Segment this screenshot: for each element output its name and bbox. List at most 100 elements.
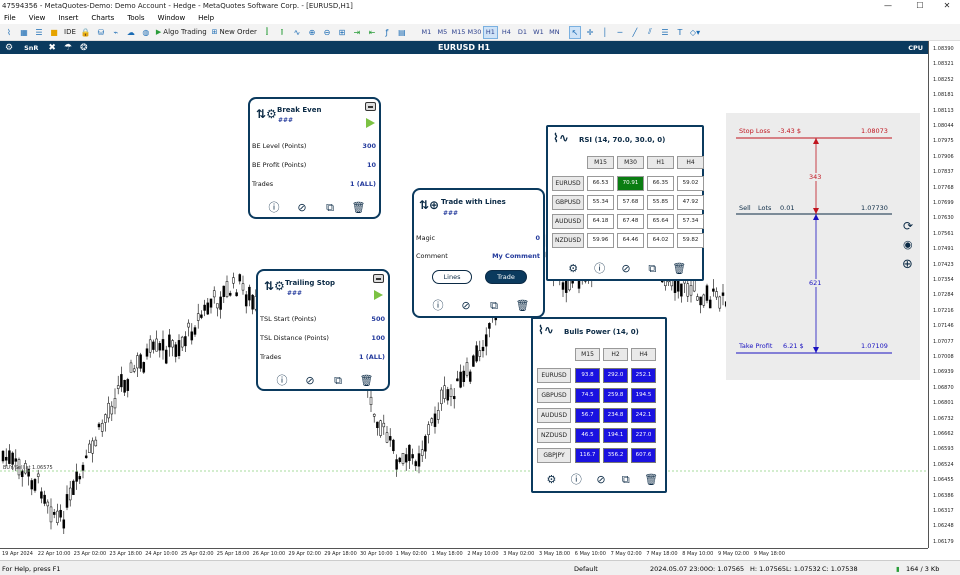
- copy-icon[interactable]: ⧉: [646, 262, 659, 275]
- chart-shift-icon[interactable]: ⇤: [366, 26, 378, 39]
- line-chart-icon[interactable]: ∿: [291, 26, 303, 39]
- trades-value[interactable]: 1 (ALL): [359, 353, 385, 361]
- trendline-icon[interactable]: ╱: [629, 26, 641, 39]
- menu-help[interactable]: Help: [198, 14, 214, 22]
- menu-view[interactable]: View: [29, 14, 46, 22]
- bar-chart-icon[interactable]: ⫿: [261, 26, 273, 39]
- info-icon[interactable]: ⓘ: [593, 262, 606, 275]
- add-icon[interactable]: ⊕: [902, 257, 913, 272]
- trash-icon[interactable]: 🗑: [360, 374, 374, 387]
- lock-icon[interactable]: 🔒: [80, 26, 92, 39]
- zoom-in-icon[interactable]: ⊕: [306, 26, 318, 39]
- autoscroll-icon[interactable]: ⇥: [351, 26, 363, 39]
- community-icon[interactable]: ◍: [140, 26, 152, 39]
- info-icon[interactable]: ⓘ: [268, 201, 281, 214]
- zoom-out-icon[interactable]: ⊖: [321, 26, 333, 39]
- tf-m30[interactable]: M30: [467, 26, 482, 39]
- indicators-icon[interactable]: ƒ: [381, 26, 393, 39]
- lines-button[interactable]: Lines: [432, 270, 472, 284]
- close-button[interactable]: ✕: [932, 0, 960, 12]
- tools-icon[interactable]: ✖: [48, 43, 56, 53]
- text-icon[interactable]: T: [674, 26, 686, 39]
- channel-icon[interactable]: ⫽: [644, 26, 656, 39]
- refresh-icon[interactable]: ⟳: [903, 219, 913, 233]
- signals-icon[interactable]: ⌁: [110, 26, 122, 39]
- profiles-icon[interactable]: ▦: [18, 26, 30, 39]
- maximize-button[interactable]: ☐: [905, 0, 935, 12]
- weather-icon[interactable]: ☂: [64, 43, 72, 53]
- tf-d1[interactable]: D1: [515, 26, 530, 39]
- hide-icon[interactable]: ⊘: [460, 299, 473, 312]
- minimize-button[interactable]: —: [873, 0, 903, 12]
- settings-icon[interactable]: ⚙: [545, 473, 558, 486]
- market-watch-icon[interactable]: ☰: [33, 26, 45, 39]
- horizontal-line-icon[interactable]: ─: [614, 26, 626, 39]
- trade-button[interactable]: Trade: [485, 270, 527, 284]
- bulls-power-symbol-button[interactable]: AUDUSD: [537, 408, 571, 423]
- cursor-icon[interactable]: ↖: [568, 25, 581, 39]
- copy-icon[interactable]: ⧉: [324, 201, 337, 214]
- eye-icon[interactable]: ◉: [903, 238, 913, 251]
- tf-h4[interactable]: H4: [499, 26, 514, 39]
- trash-icon[interactable]: 🗑: [516, 299, 530, 312]
- settings-gear-icon[interactable]: ⚙: [5, 43, 13, 53]
- magic-value[interactable]: 0: [535, 234, 540, 242]
- hide-icon[interactable]: ⊘: [296, 201, 309, 214]
- grid-icon[interactable]: ⊞: [336, 26, 348, 39]
- copy-icon[interactable]: ⧉: [488, 299, 501, 312]
- tf-h1[interactable]: H1: [482, 25, 498, 39]
- menu-file[interactable]: File: [4, 14, 16, 22]
- be-profit-value[interactable]: 10: [367, 161, 376, 169]
- hide-icon[interactable]: ⊘: [304, 374, 317, 387]
- algo-trading-button[interactable]: ▶ Algo Trading: [155, 26, 208, 39]
- openai-icon[interactable]: ❂: [80, 43, 88, 53]
- tf-m1[interactable]: M1: [419, 26, 434, 39]
- copy-icon[interactable]: ⧉: [619, 473, 632, 486]
- hide-icon[interactable]: ⊘: [619, 262, 632, 275]
- templates-icon[interactable]: ▤: [396, 26, 408, 39]
- be-level-value[interactable]: 300: [362, 142, 376, 150]
- rsi-symbol-button[interactable]: AUDUSD: [552, 214, 584, 229]
- comment-value[interactable]: My Comment: [492, 252, 540, 260]
- bulls-power-symbol-button[interactable]: GBPJPY: [537, 448, 571, 463]
- bulls-power-symbol-button[interactable]: NZDUSD: [537, 428, 571, 443]
- info-icon[interactable]: ⓘ: [276, 374, 289, 387]
- tsl-start-value[interactable]: 500: [371, 315, 385, 323]
- ide-button[interactable]: IDE: [63, 26, 77, 39]
- lots-value[interactable]: 0.01: [780, 204, 794, 212]
- minimize-panel-button[interactable]: [365, 102, 376, 111]
- crosshair-icon[interactable]: ✛: [584, 26, 596, 39]
- navigator-icon[interactable]: ■: [48, 26, 60, 39]
- shapes-icon[interactable]: ◇▾: [689, 26, 701, 39]
- tf-mn[interactable]: MN: [547, 26, 562, 39]
- hide-icon[interactable]: ⊘: [594, 473, 607, 486]
- bulls-power-symbol-button[interactable]: GBPUSD: [537, 388, 571, 403]
- vps-icon[interactable]: ☁: [125, 26, 137, 39]
- tf-m15[interactable]: M15: [451, 26, 466, 39]
- new-order-button[interactable]: ⊞ New Order: [211, 26, 258, 39]
- bulls-power-symbol-button[interactable]: EURUSD: [537, 368, 571, 383]
- rsi-symbol-button[interactable]: EURUSD: [552, 176, 584, 191]
- copy-icon[interactable]: ⧉: [332, 374, 345, 387]
- tsl-distance-value[interactable]: 100: [371, 334, 385, 342]
- rsi-symbol-button[interactable]: NZDUSD: [552, 233, 584, 248]
- candle-chart-icon[interactable]: ⫾: [276, 26, 288, 39]
- settings-icon[interactable]: ⚙: [567, 262, 580, 275]
- tf-m5[interactable]: M5: [435, 26, 450, 39]
- trash-icon[interactable]: 🗑: [644, 473, 658, 486]
- menu-tools[interactable]: Tools: [127, 14, 144, 22]
- trash-icon[interactable]: 🗑: [352, 201, 366, 214]
- trades-value[interactable]: 1 (ALL): [350, 180, 376, 188]
- trash-icon[interactable]: 🗑: [672, 262, 686, 275]
- minimize-panel-button[interactable]: [373, 274, 384, 283]
- info-icon[interactable]: ⓘ: [570, 473, 583, 486]
- fibonacci-icon[interactable]: ☰: [659, 26, 671, 39]
- snr-button[interactable]: SnR: [24, 44, 38, 52]
- tf-w1[interactable]: W1: [531, 26, 546, 39]
- market-icon[interactable]: ⛁: [95, 26, 107, 39]
- play-icon[interactable]: [374, 290, 383, 300]
- play-icon[interactable]: [366, 118, 375, 128]
- menu-charts[interactable]: Charts: [91, 14, 114, 22]
- new-chart-icon[interactable]: ⌇: [3, 26, 15, 39]
- menu-window[interactable]: Window: [158, 14, 186, 22]
